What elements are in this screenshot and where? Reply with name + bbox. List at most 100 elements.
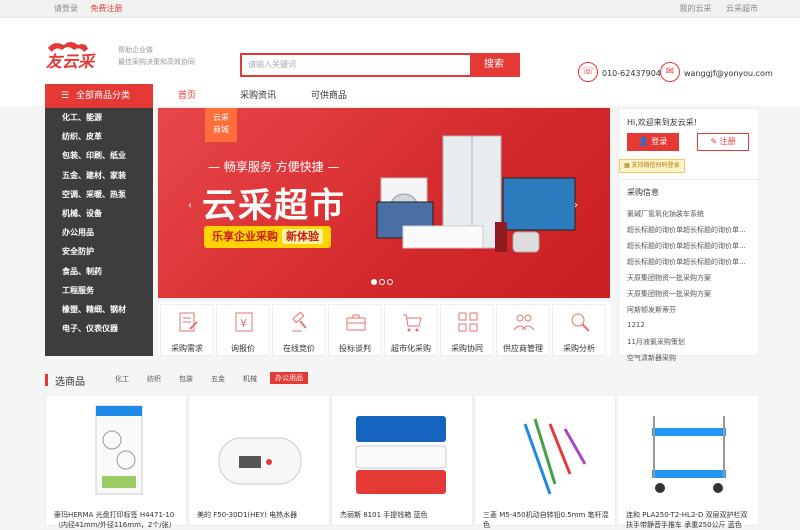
product-card[interactable]: 豪玛HERMA 光盘打印标签 H4471-10（内径41mm/外径116mm，2… <box>45 395 187 529</box>
info-item[interactable]: 天原集团物资一批采购方案 <box>627 273 755 289</box>
banner-dot-3[interactable] <box>387 279 393 285</box>
search-button[interactable]: 搜索 <box>470 55 518 75</box>
service-label: 超市化采购 <box>391 344 431 353</box>
panel-divider <box>619 179 760 180</box>
sidebar-item-office[interactable]: 办公用品 <box>45 223 153 242</box>
banner-tag: 云采 商城 <box>205 108 237 142</box>
category-sidebar: 化工、能源 纺织、皮革 包装、印刷、纸业 五金、建材、家装 空调、采暖、热泵 机… <box>45 108 153 356</box>
sidebar-item-rubber[interactable]: 橡塑、精细、钢材 <box>45 300 153 319</box>
users-icon <box>513 314 535 331</box>
email-address[interactable]: wanggjf@yonyou.com <box>684 69 773 78</box>
product-card[interactable]: 美的 F50-30D1(HEY) 电热水器 <box>188 395 330 526</box>
nav-news[interactable]: 采购资讯 <box>240 88 276 101</box>
nav-home[interactable]: 首页 <box>178 88 196 101</box>
my-cloud-link[interactable]: 我的云采 <box>679 4 711 13</box>
all-categories-button[interactable]: ☰ 全部商品分类 <box>45 84 153 108</box>
product-card[interactable]: 连和 PLA250-T2-HL2-D 双层双护栏双扶手带静音手推车 承重250公… <box>617 395 759 529</box>
nav-products[interactable]: 可供商品 <box>311 88 347 101</box>
info-item[interactable]: 11月液氯采购策划 <box>627 337 755 353</box>
sidebar-item-packaging[interactable]: 包装、印刷、纸业 <box>45 146 153 165</box>
phone-number: 010-62437904 <box>602 69 661 78</box>
search-box: 请输入关键词 搜索 <box>240 53 520 77</box>
service-collaboration[interactable]: 采购协同 <box>440 304 494 356</box>
filter-hardware[interactable]: 五金 <box>211 374 225 384</box>
banner-dot-2[interactable] <box>379 279 385 285</box>
info-item[interactable]: 氯碱厂氢氧化钠装车系统 <box>627 209 755 225</box>
info-item[interactable]: 超长标题的询价单超长标题的询价单... <box>627 241 755 257</box>
product-grid: 豪玛HERMA 光盘打印标签 H4471-10（内径41mm/外径116mm，2… <box>45 395 759 529</box>
banner-dot-1[interactable] <box>371 279 377 285</box>
filter-textile[interactable]: 纺织 <box>147 374 161 384</box>
slogan: 帮助企业做 最佳采购决策和高效协同 <box>118 44 195 68</box>
selection-title: 选商品 <box>55 377 85 388</box>
filter-office[interactable]: 办公用品 <box>270 372 308 384</box>
service-tender[interactable]: 投标谈判 <box>328 304 382 356</box>
info-item[interactable]: 超长标题的询价单超长标题的询价单... <box>627 225 755 241</box>
filter-packaging[interactable]: 包装 <box>179 374 193 384</box>
banner-title: 云采超市 <box>202 186 346 226</box>
info-item[interactable]: 空气清新器采购 <box>627 353 755 369</box>
service-label: 投标谈判 <box>339 344 371 353</box>
product-name: 连和 PLA250-T2-HL2-D 双层双护栏双扶手带静音手推车 承重250公… <box>626 511 748 529</box>
product-card[interactable]: 杰丽斯 8101 手提钱箱 蓝色 <box>331 395 473 526</box>
logo-text: 友云采 <box>46 52 96 70</box>
service-analysis[interactable]: 采购分析 <box>552 304 606 356</box>
info-item[interactable]: 阿斯顿发斯蒂芬 <box>627 305 755 321</box>
sidebar-item-electronics[interactable]: 电子、仪表仪器 <box>45 319 153 338</box>
purchase-info-list: 氯碱厂氢氧化钠装车系统 超长标题的询价单超长标题的询价单... 超长标题的询价单… <box>627 209 755 369</box>
register-link[interactable]: 免费注册 <box>91 4 123 13</box>
panel-register-label: 注册 <box>719 137 736 146</box>
info-item[interactable]: 1212 <box>627 321 755 337</box>
service-label: 采购分析 <box>563 344 595 353</box>
welcome-text: Hi,欢迎来到友云采! <box>627 118 697 127</box>
top-bar-left: 请登录 免费注册 <box>54 0 133 18</box>
sidebar-item-safety[interactable]: 安全防护 <box>45 242 153 261</box>
briefcase-icon <box>346 314 366 331</box>
info-item[interactable]: 天原集团物资一批采购方案 <box>627 289 755 305</box>
user-panel: Hi,欢迎来到友云采! 👤 登录 ✎ 注册 ▦ 支持微信扫码登录 采购信息 氯碱… <box>618 108 760 362</box>
sidebar-item-hardware[interactable]: 五金、建材、家装 <box>45 166 153 185</box>
sidebar-item-textile[interactable]: 纺织、皮革 <box>45 127 153 146</box>
service-supermarket[interactable]: 超市化采购 <box>384 304 438 356</box>
search-input[interactable]: 请输入关键词 <box>248 59 296 70</box>
selection-bar: 选商品 化工 纺织 包装 五金 机械 办公用品 <box>45 372 759 388</box>
service-label: 在线竞价 <box>283 344 315 353</box>
nav-bar: ☰ 全部商品分类 首页 采购资讯 可供商品 <box>0 84 800 108</box>
product-card[interactable]: 三菱 M5-450机动自转铅0.5mm 笔杆混色 <box>474 395 616 529</box>
product-name: 杰丽斯 8101 手提钱箱 蓝色 <box>340 511 428 519</box>
info-item[interactable]: 超长标题的询价单超长标题的询价单... <box>627 257 755 273</box>
service-label: 供应商管理 <box>503 344 543 353</box>
cooker-image <box>512 231 540 253</box>
banner-tag-line-2: 商城 <box>213 125 229 134</box>
service-inquiry[interactable]: ¥ 询报价 <box>216 304 270 356</box>
service-purchase-request[interactable]: 采购需求 <box>160 304 214 356</box>
service-bidding[interactable]: 在线竞价 <box>272 304 326 356</box>
sidebar-item-hvac[interactable]: 空调、采暖、热泵 <box>45 185 153 204</box>
sidebar-item-chemical[interactable]: 化工、能源 <box>45 108 153 127</box>
sidebar-item-engineering[interactable]: 工程服务 <box>45 281 153 300</box>
login-link[interactable]: 请登录 <box>54 4 78 13</box>
service-supplier[interactable]: 供应商管理 <box>496 304 550 356</box>
panel-login-button[interactable]: 👤 登录 <box>627 133 679 151</box>
service-label: 采购需求 <box>171 344 203 353</box>
banner-pill-highlight: 新体验 <box>282 229 323 244</box>
cart-icon <box>403 314 422 332</box>
banner-next-arrow[interactable]: › <box>574 200 578 211</box>
product-name: 三菱 M5-450机动自转铅0.5mm 笔杆混色 <box>483 511 609 529</box>
product-image-pencils <box>523 418 587 495</box>
svg-text:¥: ¥ <box>240 317 247 330</box>
logo[interactable]: 友云采 <box>44 40 112 70</box>
panel-register-button[interactable]: ✎ 注册 <box>697 133 749 151</box>
grid-icon <box>458 312 478 332</box>
wechat-login-badge[interactable]: ▦ 支持微信扫码登录 <box>619 159 685 173</box>
phone-icon: ☏ <box>578 62 598 82</box>
filter-chemical[interactable]: 化工 <box>115 374 129 384</box>
promo-banner[interactable]: 云采 商城 — 畅享服务 方便快捷 — 云采超市 乐享企业采购 新体验 ‹ › <box>158 108 610 298</box>
filter-machinery[interactable]: 机械 <box>243 374 257 384</box>
banner-prev-arrow[interactable]: ‹ <box>188 200 192 211</box>
cloud-shop-link[interactable]: 云采超市 <box>726 4 758 13</box>
banner-tag-line-1: 云采 <box>213 113 229 122</box>
sidebar-item-food[interactable]: 食品、制药 <box>45 262 153 281</box>
phone-contact: ☏ 010-62437904 <box>578 62 661 82</box>
sidebar-item-machinery[interactable]: 机械、设备 <box>45 204 153 223</box>
